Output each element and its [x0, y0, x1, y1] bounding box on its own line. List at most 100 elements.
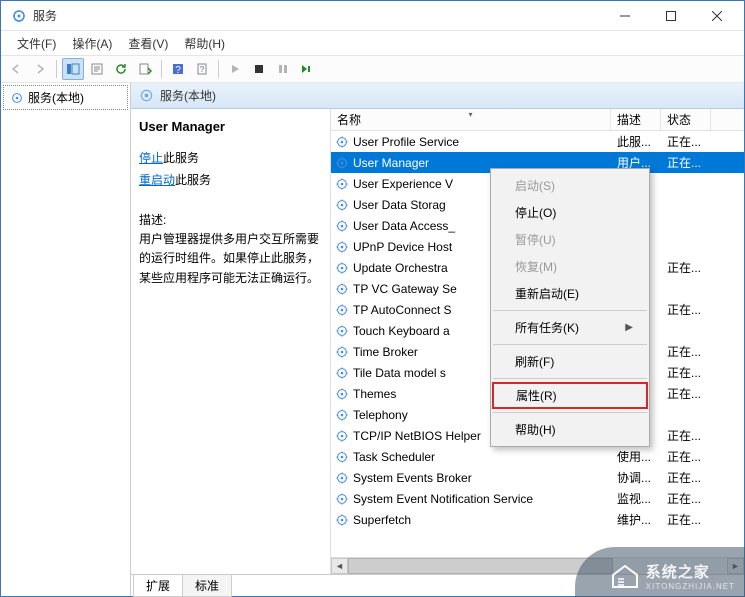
gear-icon: [335, 219, 349, 233]
gear-icon: [335, 177, 349, 191]
service-desc: 使用...: [611, 448, 661, 465]
service-name: User Data Access_: [353, 219, 455, 233]
toolbar-separator: [161, 60, 162, 78]
ctx-separator: [493, 378, 647, 379]
service-name: TP VC Gateway Se: [353, 282, 457, 296]
help-topics-button[interactable]: ?: [191, 58, 213, 80]
service-status: 正在...: [661, 427, 711, 444]
ctx-pause[interactable]: 暂停(U): [491, 226, 649, 253]
ctx-refresh[interactable]: 刷新(F): [491, 348, 649, 375]
tab-standard[interactable]: 标准: [182, 575, 232, 597]
window-title: 服务: [33, 7, 602, 24]
tab-extended[interactable]: 扩展: [133, 575, 183, 597]
service-desc: 监视...: [611, 490, 661, 507]
toolbar: ? ?: [1, 55, 744, 83]
export-button[interactable]: [134, 58, 156, 80]
list-item[interactable]: System Event Notification Service 监视...正在…: [331, 488, 744, 509]
ctx-help[interactable]: 帮助(H): [491, 416, 649, 443]
start-service-button[interactable]: [224, 58, 246, 80]
col-name-header[interactable]: 名称 ▾: [331, 109, 611, 130]
minimize-button[interactable]: [602, 2, 648, 30]
gear-icon: [335, 429, 349, 443]
toolbar-separator: [56, 60, 57, 78]
gear-icon: [335, 282, 349, 296]
ctx-all-tasks-label: 所有任务(K): [515, 319, 579, 336]
menu-help[interactable]: 帮助(H): [176, 33, 233, 54]
svg-text:?: ?: [175, 65, 181, 76]
stop-service-link[interactable]: 停止: [139, 151, 163, 165]
restart-link-suffix: 此服务: [175, 173, 211, 187]
list-item[interactable]: Task Scheduler使用...正在...: [331, 446, 744, 467]
ctx-resume[interactable]: 恢复(M): [491, 253, 649, 280]
service-desc: 此服...: [611, 133, 661, 150]
nav-forward-button[interactable]: [29, 58, 51, 80]
service-status: 正在...: [661, 301, 711, 318]
menu-view[interactable]: 查看(V): [120, 33, 176, 54]
pause-service-button[interactable]: [272, 58, 294, 80]
help-button[interactable]: ?: [167, 58, 189, 80]
service-name: TP AutoConnect S: [353, 303, 452, 317]
list-item[interactable]: User Profile Service 此服...正在...: [331, 131, 744, 152]
submenu-arrow-icon: ▶: [625, 322, 633, 333]
service-desc: 维护...: [611, 511, 661, 528]
desc-text: 用户管理器提供多用户交互所需要的运行时组件。如果停止此服务，某些应用程序可能无法…: [139, 230, 320, 288]
ctx-start[interactable]: 启动(S): [491, 172, 649, 199]
service-name: User Profile Service: [353, 135, 459, 149]
service-name: TCP/IP NetBIOS Helper: [353, 429, 481, 443]
restart-service-button[interactable]: [296, 58, 318, 80]
service-status: 正在...: [661, 469, 711, 486]
sort-indicator-icon: ▾: [468, 110, 472, 119]
service-name: Task Scheduler: [353, 450, 435, 464]
service-name: Touch Keyboard a: [353, 324, 450, 338]
gear-icon: [335, 408, 349, 422]
close-button[interactable]: [694, 2, 740, 30]
col-status-header[interactable]: 状态: [661, 109, 711, 130]
ctx-stop[interactable]: 停止(O): [491, 199, 649, 226]
service-desc: 协调...: [611, 469, 661, 486]
service-status: 正在...: [661, 259, 711, 276]
col-desc-header[interactable]: 描述: [611, 109, 661, 130]
watermark: 系统之家 XITONGZHIJIA.NET: [610, 561, 735, 591]
gear-icon: [335, 471, 349, 485]
service-name: Superfetch: [353, 513, 411, 527]
detail-title: User Manager: [139, 119, 320, 134]
ctx-all-tasks[interactable]: 所有任务(K) ▶: [491, 314, 649, 341]
titlebar: 服务: [1, 1, 744, 31]
restart-service-link[interactable]: 重启动: [139, 173, 175, 187]
tree-root-label: 服务(本地): [28, 89, 84, 106]
list-item[interactable]: Superfetch维护...正在...: [331, 509, 744, 530]
gear-icon: [139, 88, 154, 103]
scrollbar-thumb[interactable]: [348, 558, 613, 574]
gear-icon: [335, 513, 349, 527]
service-status: 正在...: [661, 133, 711, 150]
ctx-properties[interactable]: 属性(R): [492, 382, 648, 409]
service-name: Themes: [353, 387, 396, 401]
pane-title: 服务(本地): [160, 87, 216, 104]
ctx-restart[interactable]: 重新启动(E): [491, 280, 649, 307]
maximize-button[interactable]: [648, 2, 694, 30]
scroll-left-button[interactable]: ◄: [331, 558, 348, 574]
gear-icon: [335, 324, 349, 338]
tree-root-item[interactable]: 服务(本地): [3, 85, 128, 110]
desc-label: 描述:: [139, 211, 320, 228]
toolbar-separator: [218, 60, 219, 78]
nav-back-button[interactable]: [5, 58, 27, 80]
menu-action[interactable]: 操作(A): [64, 33, 120, 54]
ctx-separator: [493, 344, 647, 345]
refresh-button[interactable]: [110, 58, 132, 80]
list-item[interactable]: System Events Broker协调...正在...: [331, 467, 744, 488]
tree-pane: 服务(本地): [1, 83, 131, 596]
show-hide-tree-button[interactable]: [62, 58, 84, 80]
stop-service-button[interactable]: [248, 58, 270, 80]
service-name: User Experience V: [353, 177, 453, 191]
service-name: Tile Data model s: [353, 366, 446, 380]
properties-button[interactable]: [86, 58, 108, 80]
menu-file[interactable]: 文件(F): [9, 33, 64, 54]
ctx-separator: [493, 310, 647, 311]
service-name: System Event Notification Service: [353, 492, 533, 506]
service-name: Time Broker: [353, 345, 418, 359]
stop-link-suffix: 此服务: [163, 151, 199, 165]
watermark-sub: XITONGZHIJIA.NET: [646, 582, 735, 591]
service-status: 正在...: [661, 490, 711, 507]
service-name: User Manager: [353, 156, 429, 170]
